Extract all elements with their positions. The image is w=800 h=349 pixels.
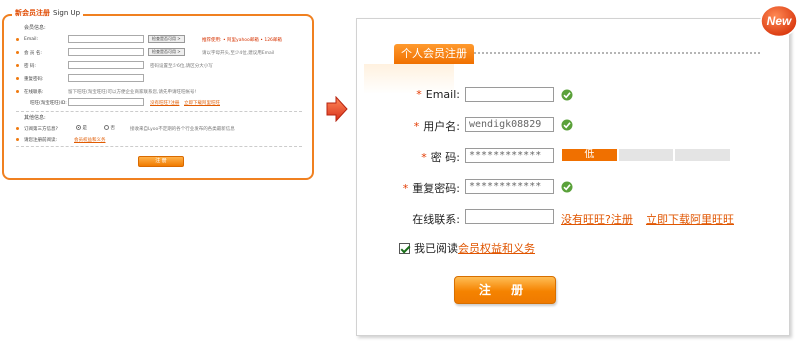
- confirm-label-text: 重复密码:: [412, 182, 460, 195]
- contact-input[interactable]: [465, 209, 554, 224]
- required-icon: *: [421, 151, 427, 164]
- username-label-text: 用户名:: [423, 120, 460, 133]
- arrow-right-icon: [326, 96, 348, 122]
- old-contact-hint: 留下旺旺(淘宝旺旺)可以方便企业商家联系您,请先申请旺旺帐号!: [68, 90, 197, 95]
- old-username-input[interactable]: [68, 48, 144, 56]
- download-wangwang-link[interactable]: 立即下载阿里旺旺: [646, 211, 734, 227]
- old-row-contact: 在线联系: 留下旺旺(淘宝旺旺)可以方便企业商家联系您,请先申请旺旺帐号!: [16, 87, 312, 97]
- check-ok-icon: [561, 181, 573, 193]
- agree-row: 我已阅读会员权益和义务: [399, 240, 535, 256]
- old-row-password: 密 码: 密码设置至少6位,请区分大小写: [16, 61, 312, 71]
- password-strength-meter: 低: [562, 149, 731, 161]
- bullet-icon: [16, 64, 19, 67]
- old-password-input[interactable]: [68, 61, 144, 69]
- tab-personal-register[interactable]: 个人会员注册: [394, 44, 474, 64]
- old-password-label: 密 码:: [24, 64, 36, 69]
- bullet-icon: [16, 38, 19, 41]
- old-divider: [16, 111, 302, 112]
- strength-level-low: 低: [562, 149, 617, 161]
- agree-checkbox[interactable]: [399, 243, 410, 254]
- confirm-label: * 重复密码:: [398, 180, 460, 196]
- old-divider-bottom: [16, 146, 302, 147]
- old-wangwang-label: 旺旺(淘宝旺旺)ID:: [30, 101, 67, 106]
- old-subscribe-no[interactable]: 否: [104, 125, 115, 131]
- old-contact-label: 在线联系:: [24, 90, 44, 95]
- old-download-link[interactable]: 立即下载阿里旺旺: [184, 100, 220, 106]
- check-ok-icon: [561, 119, 573, 131]
- email-label-text: Email:: [425, 88, 460, 101]
- old-username-check-button[interactable]: 检查是否可用 >: [148, 48, 185, 56]
- old-email-input[interactable]: [68, 35, 144, 43]
- old-row-confirm: 重复密码:: [16, 74, 312, 84]
- new-badge: New: [760, 4, 798, 38]
- old-row-terms: 请您注册前阅读: 会员权益和义务: [16, 135, 312, 145]
- email-label: * Email:: [398, 88, 460, 101]
- password-input[interactable]: ************: [465, 148, 554, 163]
- agree-text: 我已阅读: [414, 242, 458, 255]
- old-subscribe-label: 订阅第三方信息?: [24, 127, 58, 132]
- old-subscribe-yes[interactable]: 是: [76, 125, 87, 131]
- check-ok-icon: [561, 89, 573, 101]
- password-label: * 密 码:: [398, 149, 460, 165]
- old-email-label: Email:: [24, 37, 39, 42]
- strength-level-mid: [618, 149, 674, 161]
- old-form-title: 新会员注册 Sign Up: [12, 8, 84, 18]
- required-icon: *: [402, 182, 409, 195]
- required-icon: *: [416, 88, 422, 101]
- old-row-email: Email: 检查是否可用 > 推荐使用: • 阿里yahoo邮箱 • 126邮…: [16, 35, 312, 45]
- old-row-wangwang: 旺旺(淘宝旺旺)ID: 没有旺旺?注册 立即下载阿里旺旺: [16, 98, 312, 108]
- strength-level-high: [675, 149, 731, 161]
- username-label: * 用户名:: [398, 118, 460, 134]
- old-wangwang-input[interactable]: [68, 98, 144, 106]
- old-form-title-en: Sign Up: [53, 9, 81, 17]
- old-submit-button[interactable]: 注 册: [138, 156, 184, 167]
- bullet-icon: [16, 138, 19, 141]
- old-confirm-input[interactable]: [68, 74, 144, 82]
- old-no-wangwang-link[interactable]: 没有旺旺?注册: [150, 100, 179, 106]
- radio-icon: [104, 125, 109, 130]
- old-section-other: 其他信息:: [24, 115, 46, 121]
- register-wangwang-link[interactable]: 没有旺旺?注册: [561, 211, 633, 227]
- old-email-check-button[interactable]: 检查是否可用 >: [148, 35, 185, 43]
- old-password-hint: 密码设置至少6位,请区分大小写: [150, 64, 213, 69]
- old-terms-link[interactable]: 会员权益和义务: [74, 137, 106, 143]
- username-input[interactable]: wendigk08829: [465, 117, 554, 132]
- old-row-username: 会 员 名: 检查是否可用 > 请以字母开头,至少4位,建议用Email: [16, 48, 312, 58]
- old-confirm-label: 重复密码:: [24, 77, 44, 82]
- old-terms-label: 请您注册前阅读:: [24, 138, 58, 143]
- old-email-hint: 推荐使用: • 阿里yahoo邮箱 • 126邮箱: [202, 38, 282, 43]
- old-row-subscribe: 订阅第三方信息? 是 否 接收来自Lyoo不定期的各个行业发布的各类最新信息: [16, 124, 312, 134]
- password-label-text: 密 码:: [430, 151, 460, 164]
- old-username-label: 会 员 名:: [24, 51, 42, 56]
- old-section-member: 会员信息:: [24, 25, 46, 31]
- tab-divider: [474, 52, 760, 54]
- old-form-title-cn: 新会员注册: [15, 9, 50, 17]
- radio-selected-icon: [76, 125, 81, 130]
- bullet-icon: [16, 127, 19, 130]
- bullet-icon: [16, 90, 19, 93]
- old-subscribe-hint: 接收来自Lyoo不定期的各个行业发布的各类最新信息: [130, 127, 235, 132]
- bullet-icon: [16, 51, 19, 54]
- contact-label: 在线联系:: [412, 213, 460, 226]
- register-submit-button[interactable]: 注 册: [454, 276, 556, 304]
- old-username-hint: 请以字母开头,至少4位,建议用Email: [202, 51, 275, 56]
- old-subscribe-no-label: 否: [110, 126, 115, 131]
- terms-link[interactable]: 会员权益和义务: [458, 242, 535, 255]
- email-input[interactable]: [465, 87, 554, 102]
- old-subscribe-yes-label: 是: [82, 126, 87, 131]
- required-icon: *: [413, 120, 420, 133]
- old-register-form: 新会员注册 Sign Up 会员信息: Email: 检查是否可用 > 推荐使用:…: [2, 8, 314, 180]
- new-badge-label: New: [766, 14, 792, 28]
- confirm-password-input[interactable]: ************: [465, 179, 554, 194]
- bullet-icon: [16, 77, 19, 80]
